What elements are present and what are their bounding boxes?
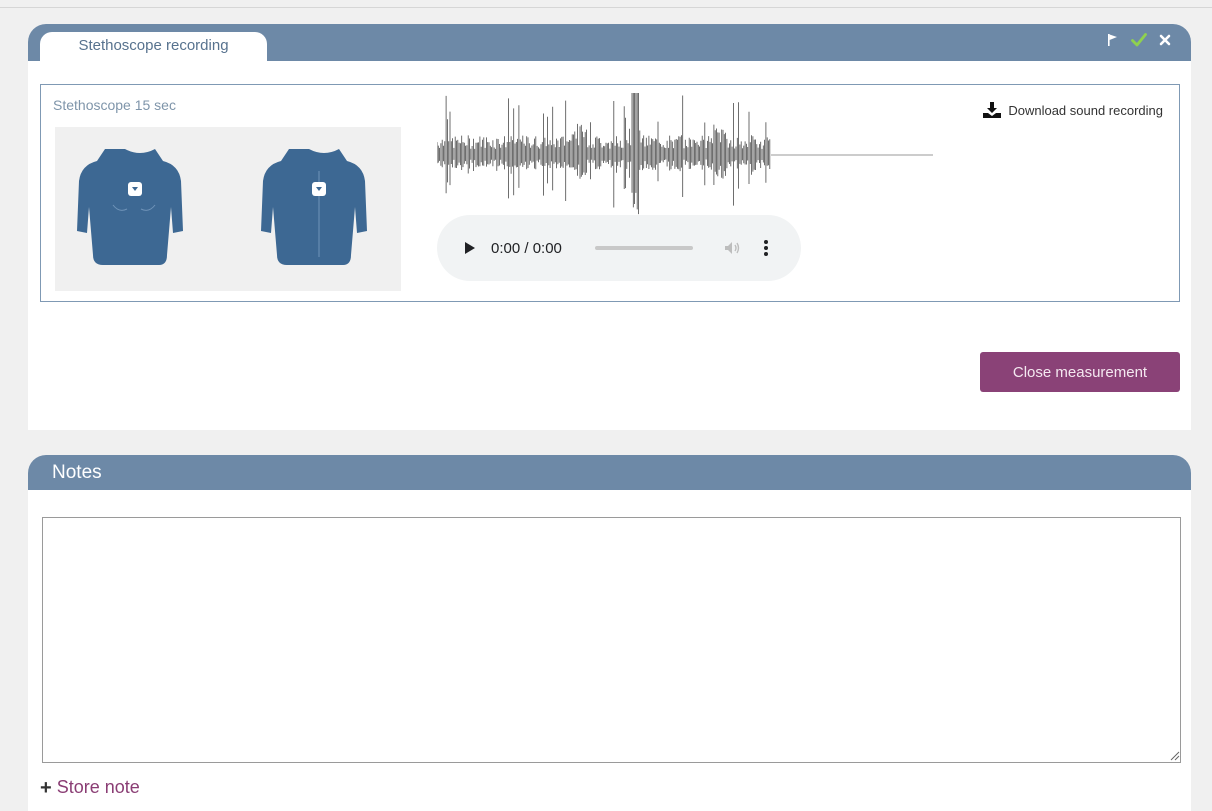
close-measurement-button[interactable]: Close measurement — [980, 352, 1180, 392]
time-display: 0:00 / 0:00 — [491, 239, 562, 257]
body-diagram — [55, 127, 401, 291]
download-icon — [983, 102, 1002, 118]
progress-slider[interactable] — [595, 246, 693, 250]
download-label: Download sound recording — [1008, 102, 1163, 118]
header-actions — [1105, 30, 1173, 50]
more-options-icon[interactable] — [763, 238, 769, 258]
back-torso-figure — [261, 149, 367, 265]
flag-icon[interactable] — [1105, 30, 1121, 50]
waveform — [437, 93, 933, 215]
notes-textarea[interactable] — [42, 517, 1181, 763]
notes-panel: Notes + Store note — [28, 455, 1191, 811]
check-icon[interactable] — [1131, 30, 1147, 50]
measurement-panel-header: Stethoscope recording — [28, 24, 1191, 62]
close-icon[interactable] — [1157, 30, 1173, 50]
notes-title: Notes — [52, 462, 102, 483]
notes-panel-header: Notes — [28, 455, 1191, 490]
recording-box: Stethoscope 15 sec 0:00 / 0:00 Download … — [40, 84, 1180, 302]
audio-player: 0:00 / 0:00 — [437, 215, 801, 281]
measurement-panel: Stethoscope recording Stethoscope 15 sec — [28, 24, 1191, 430]
volume-icon[interactable] — [723, 240, 743, 256]
plus-icon: + — [40, 776, 52, 799]
waveform-signal — [437, 93, 771, 215]
recording-title: Stethoscope 15 sec — [53, 97, 176, 113]
store-note-label: Store note — [56, 777, 140, 797]
tab-stethoscope-recording[interactable]: Stethoscope recording — [40, 32, 267, 62]
download-sound-recording-link[interactable]: Download sound recording — [982, 101, 1163, 119]
store-note-link[interactable]: + Store note — [40, 777, 140, 798]
front-torso-figure — [77, 149, 183, 265]
play-icon[interactable] — [463, 240, 477, 256]
resize-grip-icon[interactable] — [1168, 749, 1180, 761]
top-divider — [0, 7, 1212, 8]
